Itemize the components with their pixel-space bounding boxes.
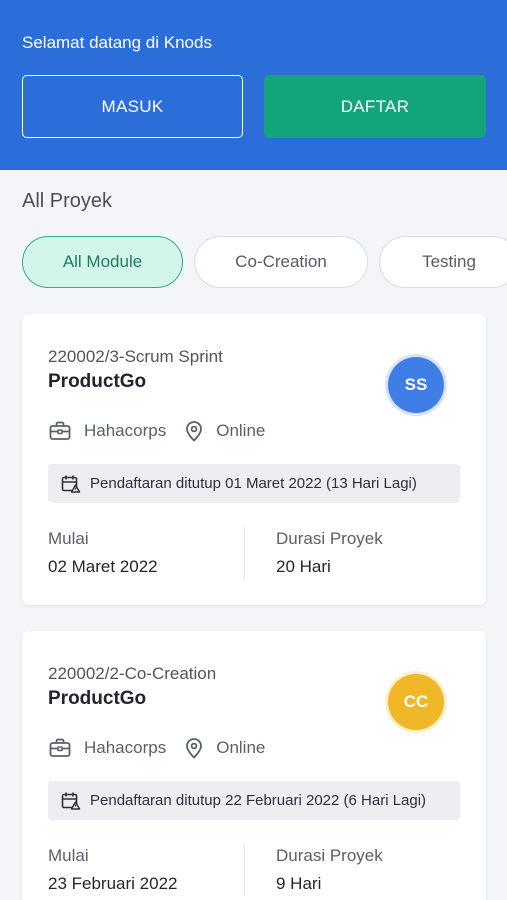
duration-value: 9 Hari: [276, 874, 322, 893]
project-location: Online: [216, 421, 266, 440]
map-pin-icon: [182, 736, 206, 760]
project-name: ProductGo: [48, 688, 147, 709]
duration-label: Durasi Proyek: [276, 529, 383, 548]
registration-notice: Pendaftaran ditutup 01 Maret 2022 (13 Ha…: [48, 464, 460, 503]
duration-value: 20 Hari: [276, 557, 331, 576]
login-button[interactable]: MASUK: [22, 75, 243, 138]
map-pin-icon: [182, 419, 206, 443]
project-avatar: CC: [388, 674, 444, 730]
start-label: Mulai: [48, 529, 89, 548]
project-company: Hahacorps: [84, 421, 167, 440]
project-card[interactable]: 220002/3-Scrum Sprint ProductGo SS Hahac…: [22, 314, 486, 605]
project-company: Hahacorps: [84, 738, 167, 757]
project-code: 220002/2-Co-Creation: [48, 664, 217, 683]
briefcase-icon: [48, 419, 72, 443]
start-label: Mulai: [48, 846, 89, 865]
welcome-text: Selamat datang di Knods: [22, 33, 212, 52]
project-avatar: SS: [388, 357, 444, 413]
module-filter-bar: All Module Co-Creation Testing: [22, 236, 507, 288]
project-name: ProductGo: [48, 371, 147, 392]
filter-chip-co-creation[interactable]: Co-Creation: [194, 236, 368, 288]
notice-text: Pendaftaran ditutup 01 Maret 2022 (13 Ha…: [90, 475, 417, 492]
project-location: Online: [216, 738, 266, 757]
project-code: 220002/3-Scrum Sprint: [48, 347, 223, 366]
welcome-header: Selamat datang di Knods MASUK DAFTAR: [0, 0, 507, 170]
start-value: 23 Februari 2022: [48, 874, 178, 893]
register-button[interactable]: DAFTAR: [264, 75, 486, 138]
start-value: 02 Maret 2022: [48, 557, 158, 576]
calendar-warning-icon: [60, 473, 82, 495]
calendar-warning-icon: [60, 790, 82, 812]
notice-text: Pendaftaran ditutup 22 Februari 2022 (6 …: [90, 792, 427, 809]
column-divider: [244, 527, 245, 579]
filter-chip-all-module[interactable]: All Module: [22, 236, 183, 288]
project-card[interactable]: 220002/2-Co-Creation ProductGo CC Hahaco…: [22, 631, 486, 900]
project-meta: Hahacorps Online: [48, 735, 265, 761]
project-meta: Hahacorps Online: [48, 418, 265, 444]
section-title: All Proyek: [22, 190, 113, 212]
duration-label: Durasi Proyek: [276, 846, 383, 865]
briefcase-icon: [48, 736, 72, 760]
registration-notice: Pendaftaran ditutup 22 Februari 2022 (6 …: [48, 781, 460, 820]
column-divider: [244, 844, 245, 896]
filter-chip-testing[interactable]: Testing: [379, 236, 507, 288]
